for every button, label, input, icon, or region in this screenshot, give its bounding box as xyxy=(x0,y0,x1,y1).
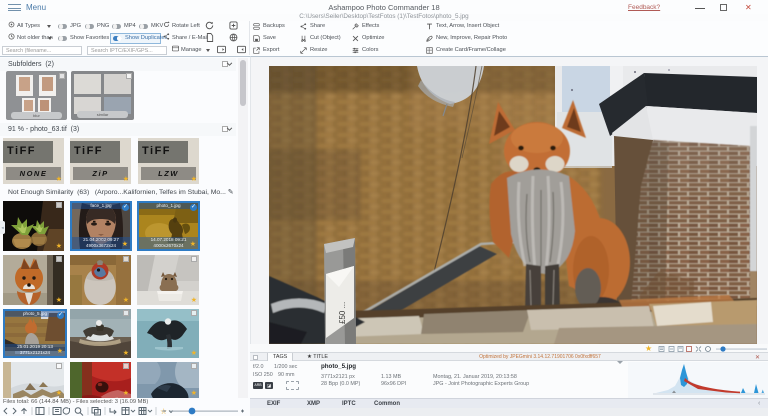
svg-text:☆: ☆ xyxy=(160,407,167,416)
svg-text:£50 ...: £50 ... xyxy=(338,302,347,324)
